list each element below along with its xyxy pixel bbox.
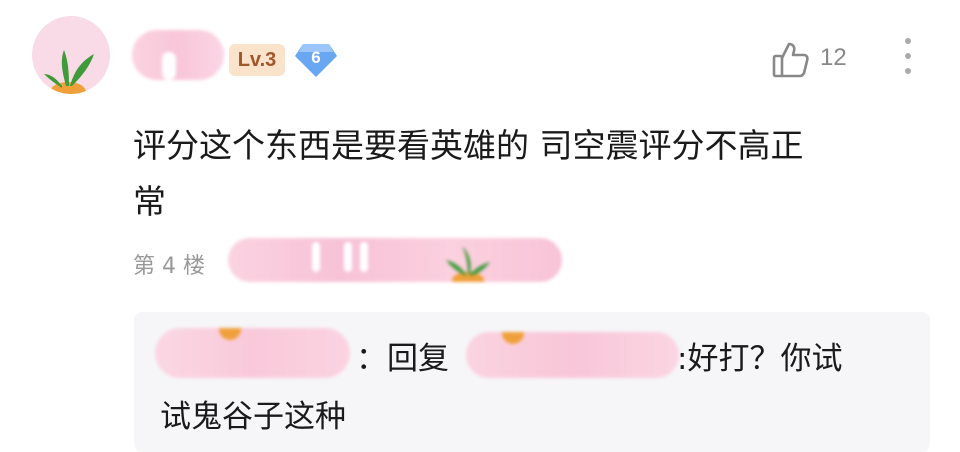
thumbs-up-icon[interactable]	[772, 40, 810, 78]
gem-level: 6	[311, 48, 321, 67]
diamond-badge-icon: 6	[295, 42, 337, 78]
comment-text: 评分这个东西是要看英雄的 司空震评分不高正 常	[133, 118, 923, 230]
avatar[interactable]	[32, 16, 110, 94]
floor-label: 第 4 楼	[133, 254, 205, 279]
like-count: 12	[820, 44, 847, 71]
meta-blurred	[228, 238, 562, 282]
reply-tail-line2: 试鬼谷子这种	[160, 399, 346, 435]
carrot-avatar-icon	[44, 50, 94, 94]
reply-colon: ：	[356, 341, 387, 377]
comment-text-line2: 常	[133, 182, 166, 221]
level-badge: Lv.3	[229, 44, 285, 76]
more-vertical-icon[interactable]	[898, 38, 918, 78]
reply-text: ：回复 :好打？你试 试鬼谷子这种	[160, 330, 920, 446]
reply-tail-line1: :好打？你试	[677, 341, 843, 377]
comment-text-line1: 评分这个东西是要看英雄的 司空震评分不高正	[133, 126, 804, 165]
username-blurred[interactable]	[132, 30, 224, 80]
reply-word: 回复	[387, 341, 449, 377]
